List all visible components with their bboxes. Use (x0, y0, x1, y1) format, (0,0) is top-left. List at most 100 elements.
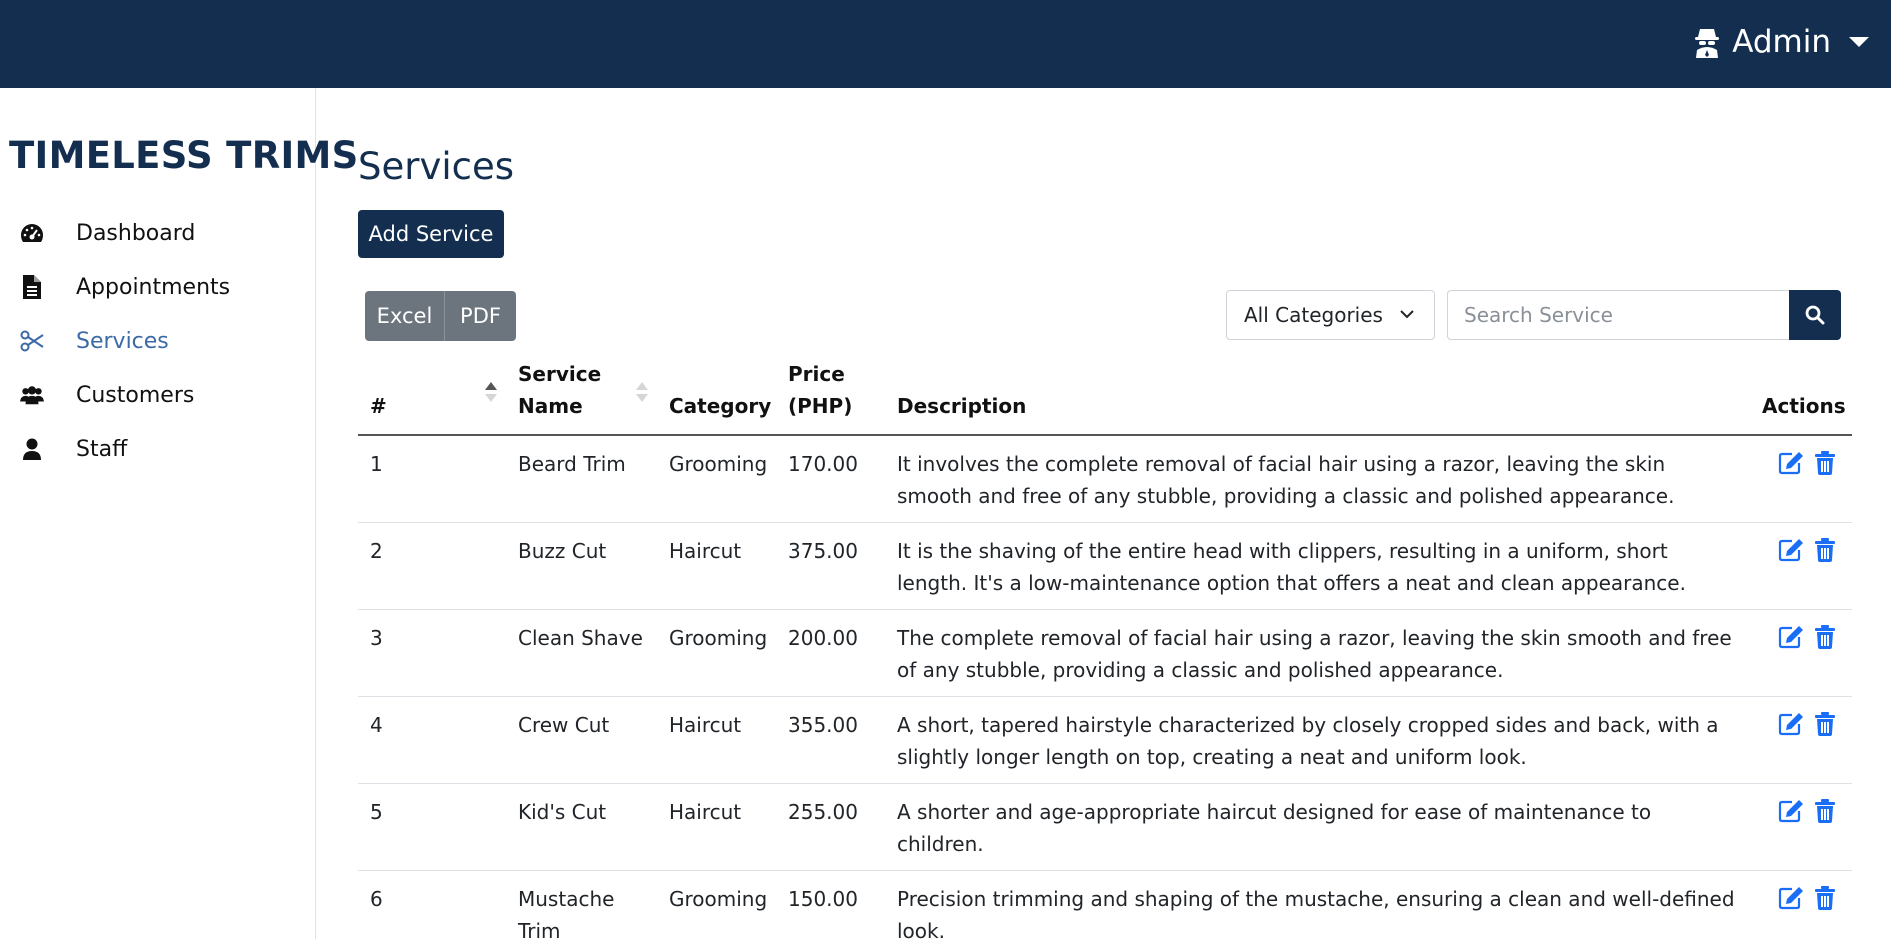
cell-category: Grooming (657, 870, 776, 939)
cell-price: 150.00 (776, 870, 885, 939)
cell-num: 2 (358, 522, 506, 610)
search-input[interactable] (1447, 290, 1789, 340)
trash-icon (1815, 712, 1835, 736)
column-header-category: Category (657, 358, 776, 436)
sidebar-item-dashboard[interactable]: Dashboard (0, 206, 316, 260)
column-header-actions: Actions (1750, 358, 1852, 436)
cell-service-name: Beard Trim (506, 435, 657, 523)
table-row: 3 Clean Shave Grooming 200.00 The comple… (358, 609, 1852, 697)
column-header-service-name[interactable]: Service Name (506, 358, 657, 436)
edit-button[interactable] (1776, 622, 1806, 652)
file-text-icon (20, 275, 44, 299)
cell-num: 1 (358, 435, 506, 523)
add-service-button[interactable]: Add Service (358, 210, 504, 258)
top-navbar: Admin (0, 0, 1891, 88)
edit-button[interactable] (1776, 535, 1806, 565)
delete-button[interactable] (1810, 796, 1840, 826)
cell-service-name: Mustache Trim (506, 870, 657, 939)
edit-button[interactable] (1776, 796, 1806, 826)
trash-icon (1815, 625, 1835, 649)
cell-actions (1750, 696, 1852, 784)
trash-icon (1815, 799, 1835, 823)
sidebar: TIMELESS TRIMS Dashboard Appointments Se… (0, 88, 358, 939)
cell-service-name: Kid's Cut (506, 783, 657, 871)
delete-button[interactable] (1810, 622, 1840, 652)
trash-icon (1815, 886, 1835, 910)
tachometer-icon (20, 221, 44, 245)
cell-actions (1750, 870, 1852, 939)
export-button-group: Excel PDF (365, 291, 516, 341)
table-body: 1 Beard Trim Grooming 170.00 It involves… (358, 435, 1852, 939)
category-select[interactable]: All Categories (1226, 290, 1435, 340)
delete-button[interactable] (1810, 448, 1840, 478)
sidebar-item-services[interactable]: Services (0, 314, 316, 368)
pdf-export-button[interactable]: PDF (445, 291, 516, 341)
sidebar-item-staff[interactable]: Staff (0, 422, 316, 476)
sidebar-item-label: Services (76, 328, 169, 354)
admin-dropdown[interactable]: Admin (1692, 24, 1869, 60)
column-header-num[interactable]: # (358, 358, 506, 436)
sidebar-nav: Dashboard Appointments Services Customer… (0, 206, 316, 476)
excel-export-button[interactable]: Excel (365, 291, 445, 341)
cell-num: 5 (358, 783, 506, 871)
column-header-label: Service Name (518, 362, 602, 418)
sidebar-item-label: Appointments (76, 274, 231, 300)
main-content: Services Add Service Excel PDF All Categ… (358, 88, 1858, 939)
cell-category: Grooming (657, 609, 776, 697)
column-header-label: # (370, 394, 387, 418)
cell-category: Haircut (657, 522, 776, 610)
edit-icon (1778, 539, 1803, 562)
cell-description: A shorter and age-appropriate haircut de… (885, 783, 1750, 871)
cell-category: Grooming (657, 435, 776, 523)
edit-icon (1778, 452, 1803, 475)
scissors-icon (20, 329, 44, 353)
cell-service-name: Crew Cut (506, 696, 657, 784)
brand-title: TIMELESS TRIMS (9, 134, 359, 177)
edit-button[interactable] (1776, 709, 1806, 739)
cell-price: 200.00 (776, 609, 885, 697)
sort-icon (636, 382, 648, 402)
cell-description: It is the shaving of the entire head wit… (885, 522, 1750, 610)
sidebar-item-label: Dashboard (76, 220, 196, 246)
table-row: 2 Buzz Cut Haircut 375.00 It is the shav… (358, 522, 1852, 610)
table-row: 4 Crew Cut Haircut 355.00 A short, taper… (358, 696, 1852, 784)
edit-icon (1778, 800, 1803, 823)
admin-label: Admin (1732, 24, 1831, 60)
search-button[interactable] (1789, 290, 1841, 340)
cell-num: 4 (358, 696, 506, 784)
cell-price: 375.00 (776, 522, 885, 610)
column-header-price: Price (PHP) (776, 358, 885, 436)
table-row: 5 Kid's Cut Haircut 255.00 A shorter and… (358, 783, 1852, 871)
edit-button[interactable] (1776, 448, 1806, 478)
page-title: Services (358, 145, 515, 188)
column-header-description: Description (885, 358, 1750, 436)
delete-button[interactable] (1810, 535, 1840, 565)
sidebar-item-label: Staff (76, 436, 128, 462)
table-row: 1 Beard Trim Grooming 170.00 It involves… (358, 435, 1852, 523)
sidebar-item-label: Customers (76, 382, 195, 408)
sidebar-item-appointments[interactable]: Appointments (0, 260, 316, 314)
edit-icon (1778, 887, 1803, 910)
table-row: 6 Mustache Trim Grooming 150.00 Precisio… (358, 870, 1852, 939)
table-header-row: # Service Name Category Price (PHP) Desc… (358, 358, 1852, 436)
cell-price: 255.00 (776, 783, 885, 871)
cell-description: It involves the complete removal of faci… (885, 435, 1750, 523)
search-icon (1805, 305, 1825, 325)
cell-num: 3 (358, 609, 506, 697)
users-icon (20, 383, 44, 407)
cell-actions (1750, 609, 1852, 697)
cell-service-name: Buzz Cut (506, 522, 657, 610)
cell-price: 170.00 (776, 435, 885, 523)
cell-num: 6 (358, 870, 506, 939)
sidebar-item-customers[interactable]: Customers (0, 368, 316, 422)
delete-button[interactable] (1810, 883, 1840, 913)
cell-category: Haircut (657, 783, 776, 871)
cell-category: Haircut (657, 696, 776, 784)
edit-button[interactable] (1776, 883, 1806, 913)
user-secret-icon (1695, 29, 1720, 58)
cell-description: A short, tapered hairstyle characterized… (885, 696, 1750, 784)
cell-service-name: Clean Shave (506, 609, 657, 697)
edit-icon (1778, 626, 1803, 649)
delete-button[interactable] (1810, 709, 1840, 739)
cell-actions (1750, 435, 1852, 523)
